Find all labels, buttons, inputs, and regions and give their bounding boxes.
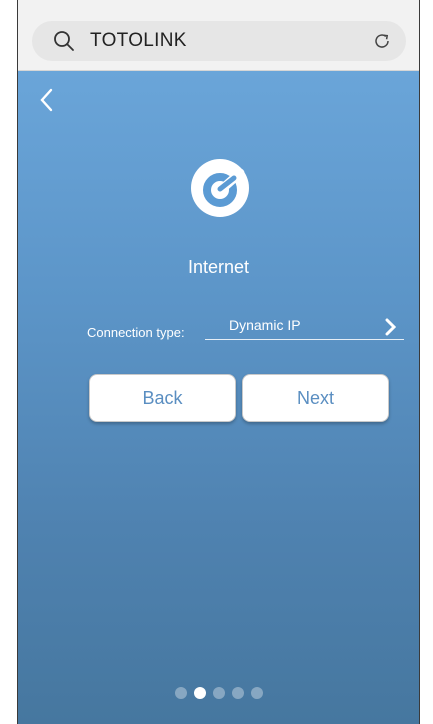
next-button[interactable]: Next — [242, 374, 389, 422]
phone-frame: TOTOLINK Internet Connection type: Dynam… — [17, 0, 420, 724]
search-query[interactable]: TOTOLINK — [90, 21, 187, 61]
search-icon — [54, 31, 74, 51]
back-chevron-icon[interactable] — [38, 87, 54, 113]
totolink-logo-icon — [191, 159, 249, 217]
refresh-icon[interactable] — [372, 31, 392, 51]
page-dot — [231, 687, 244, 699]
connection-type-label: Connection type: — [87, 325, 185, 340]
search-bar[interactable]: TOTOLINK — [32, 21, 406, 61]
page-dot — [212, 687, 225, 699]
page-dot — [250, 687, 263, 699]
page-indicator — [18, 687, 419, 699]
chevron-right-icon — [385, 318, 396, 336]
setup-wizard-screen: Internet Connection type: Dynamic IP Bac… — [18, 71, 419, 724]
page-title: Internet — [187, 257, 250, 277]
connection-type-select[interactable]: Dynamic IP — [205, 313, 404, 340]
page-dot — [174, 687, 187, 699]
connection-type-value: Dynamic IP — [229, 317, 301, 333]
back-button[interactable]: Back — [89, 374, 236, 422]
page-dot-active — [193, 687, 206, 699]
browser-top-bar: TOTOLINK — [18, 0, 419, 71]
